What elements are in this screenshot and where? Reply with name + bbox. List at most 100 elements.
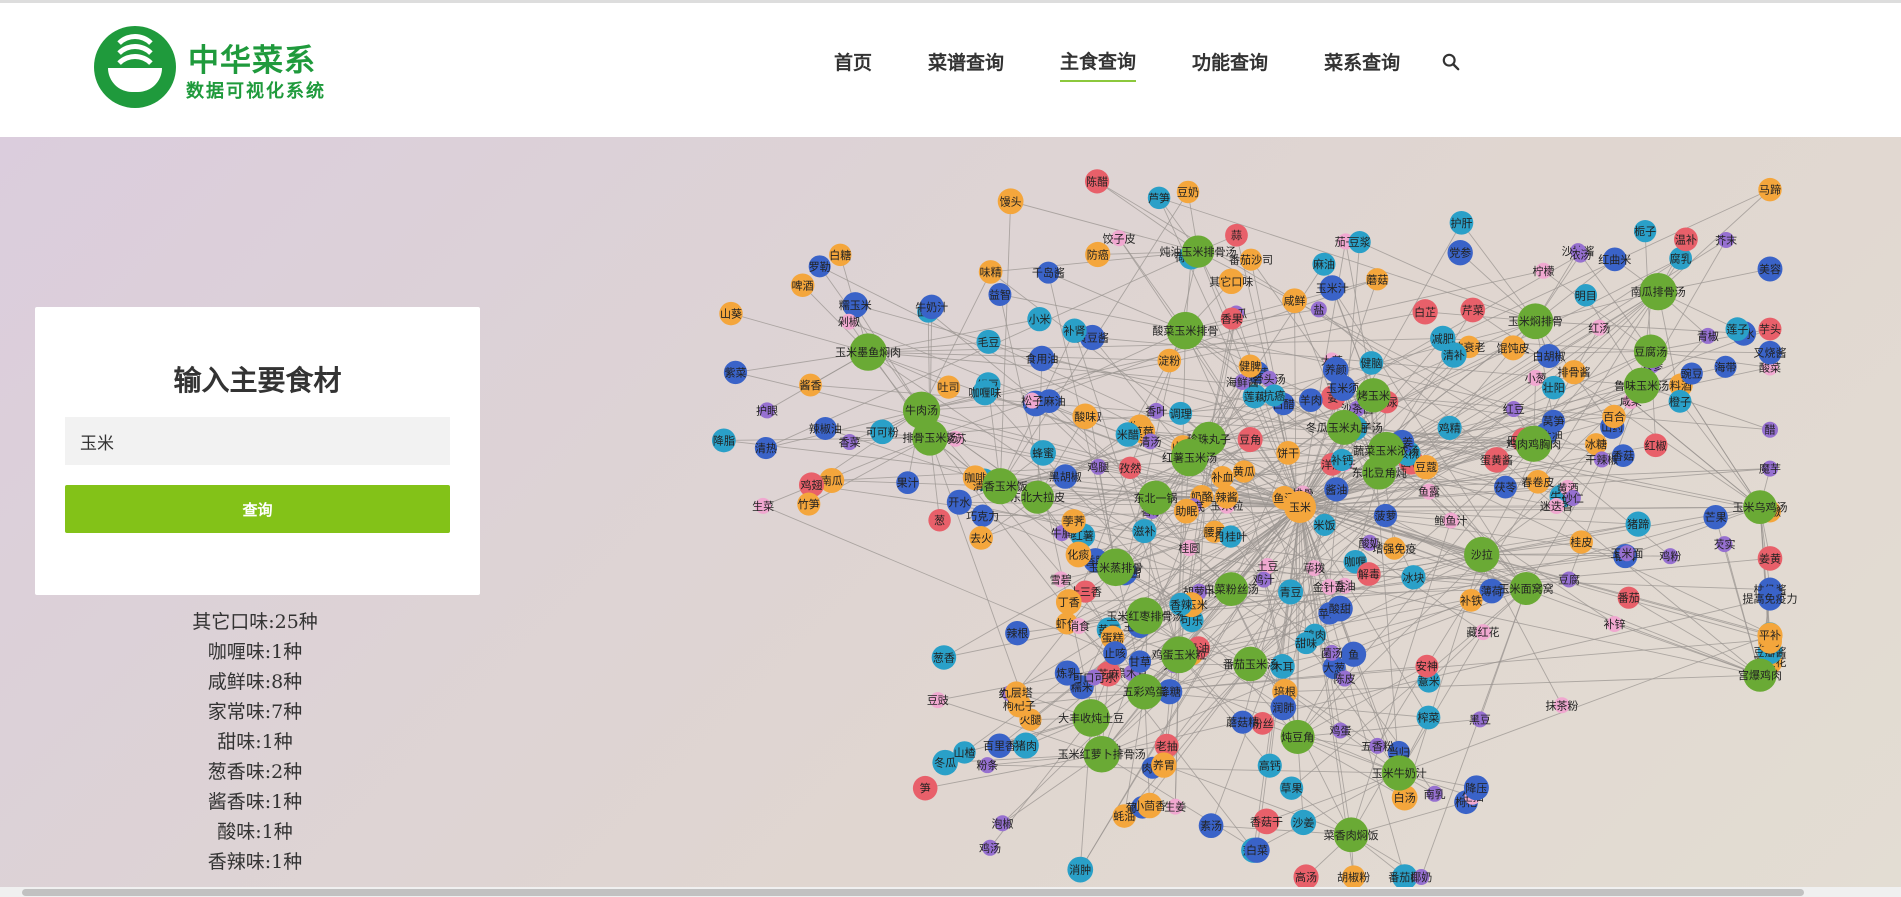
- graph-ingredient-node[interactable]: 魔芋: [1759, 460, 1781, 477]
- graph-ingredient-node[interactable]: 益智: [988, 283, 1012, 306]
- graph-ingredient-node[interactable]: 泡椒: [991, 815, 1013, 832]
- graph-ingredient-node[interactable]: 温补: [1673, 227, 1698, 252]
- graph-ingredient-node[interactable]: 芡实: [1713, 536, 1735, 553]
- graph-ingredient-node[interactable]: 茯苓: [1494, 475, 1517, 499]
- graph-ingredient-node[interactable]: 蘑菇: [1366, 268, 1389, 291]
- graph-ingredient-node[interactable]: 姜黄: [1757, 546, 1783, 571]
- graph-ingredient-node[interactable]: 蜂蜜: [1030, 440, 1056, 466]
- graph-ingredient-node[interactable]: 咸鲜: [1282, 288, 1307, 314]
- graph-ingredient-node[interactable]: 榨菜: [1416, 705, 1441, 730]
- graph-ingredient-node[interactable]: 藏红花: [1467, 624, 1500, 641]
- graph-ingredient-node[interactable]: 猪肉: [1012, 732, 1039, 759]
- nav-home[interactable]: 首页: [834, 48, 872, 81]
- graph-ingredient-node[interactable]: 饺子皮: [1103, 230, 1136, 247]
- graph-ingredient-node[interactable]: 安神: [1415, 654, 1439, 678]
- graph-ingredient-node[interactable]: 鲍鱼汁: [1434, 512, 1467, 529]
- graph-ingredient-node[interactable]: 香菜: [839, 434, 861, 451]
- graph-ingredient-node[interactable]: 消肿: [1067, 856, 1094, 883]
- graph-ingredient-node[interactable]: 消食: [1068, 618, 1090, 635]
- graph-ingredient-node[interactable]: 止咳: [1103, 641, 1128, 666]
- graph-ingredient-node[interactable]: 芥末: [1715, 231, 1737, 248]
- graph-ingredient-node[interactable]: 桂圆: [1178, 540, 1200, 557]
- graph-ingredient-node[interactable]: 豆奶: [1176, 180, 1200, 204]
- graph-ingredient-node[interactable]: 米醋: [1115, 422, 1141, 447]
- graph-dish-node[interactable]: 玉米乌鸡汤: [1733, 490, 1788, 524]
- graph-ingredient-node[interactable]: 馄饨皮: [1497, 335, 1530, 361]
- graph-ingredient-node[interactable]: 红豆: [1503, 401, 1525, 418]
- graph-ingredient-node[interactable]: 豌豆: [1680, 362, 1703, 385]
- site-logo[interactable]: 中华菜系 数据可视化系统: [90, 23, 350, 113]
- graph-dish-node[interactable]: 牛肉汤: [902, 391, 941, 429]
- graph-ingredient-node[interactable]: 芋头: [1758, 317, 1782, 341]
- graph-ingredient-node[interactable]: 馒头: [997, 188, 1024, 215]
- query-button[interactable]: 查询: [65, 485, 450, 533]
- ingredient-input[interactable]: [65, 417, 450, 465]
- graph-dish-node[interactable]: 沙拉: [1464, 536, 1500, 573]
- graph-ingredient-node[interactable]: 其它口味: [1209, 268, 1253, 295]
- graph-ingredient-node[interactable]: 酱香: [799, 373, 822, 397]
- graph-ingredient-node[interactable]: 黑豆: [1469, 711, 1491, 728]
- graph-ingredient-node[interactable]: 罗勒: [808, 255, 831, 278]
- nav-cuisine-search[interactable]: 菜系查询: [1324, 48, 1400, 81]
- graph-ingredient-node[interactable]: 降压: [1463, 775, 1489, 801]
- graph-ingredient-node[interactable]: 草果: [1279, 776, 1304, 800]
- graph-ingredient-node[interactable]: 食用油: [1025, 345, 1058, 372]
- graph-ingredient-node[interactable]: 芒果: [1703, 504, 1728, 530]
- graph-ingredient-node[interactable]: 白菜: [1244, 837, 1270, 863]
- graph-ingredient-node[interactable]: 橙子: [1668, 389, 1692, 413]
- graph-ingredient-node[interactable]: 酸甜: [1326, 595, 1353, 622]
- graph-ingredient-node[interactable]: 莴笋: [1541, 409, 1565, 433]
- graph-ingredient-node[interactable]: 紫菜: [723, 360, 748, 385]
- graph-ingredient-node[interactable]: 鸡腿: [1087, 458, 1109, 475]
- graph-dish-node[interactable]: 大丰收炖土豆: [1058, 699, 1124, 737]
- graph-ingredient-node[interactable]: 护眼: [756, 402, 778, 419]
- graph-ingredient-node[interactable]: 解毒: [1356, 562, 1381, 586]
- graph-dish-node[interactable]: 豆腐汤: [1633, 334, 1668, 369]
- nav-function-search[interactable]: 功能查询: [1192, 48, 1268, 81]
- graph-ingredient-node[interactable]: 麻油: [1312, 252, 1336, 276]
- graph-ingredient-node[interactable]: 护肝: [1449, 210, 1474, 235]
- graph-ingredient-node[interactable]: 生菜: [752, 497, 774, 514]
- graph-ingredient-node[interactable]: 平补: [1757, 622, 1783, 648]
- graph-ingredient-node[interactable]: 土豆: [1256, 558, 1278, 575]
- graph-ingredient-node[interactable]: 香果: [1220, 307, 1243, 330]
- graph-ingredient-node[interactable]: 淀粉: [1157, 348, 1182, 373]
- graph-ingredient-node[interactable]: 清汤: [1139, 433, 1161, 450]
- graph-ingredient-node[interactable]: 浓汤: [1569, 246, 1591, 263]
- graph-ingredient-node[interactable]: 豆腐: [1558, 571, 1580, 588]
- graph-ingredient-node[interactable]: 粉条: [976, 757, 998, 774]
- search-icon[interactable]: [1442, 53, 1460, 71]
- graph-ingredient-node[interactable]: 丁香: [1055, 589, 1082, 615]
- graph-ingredient-node[interactable]: 辣酱: [1214, 485, 1239, 509]
- graph-ingredient-node[interactable]: 小米: [1027, 306, 1052, 332]
- graph-ingredient-node[interactable]: 养胃: [1151, 752, 1177, 778]
- graph-ingredient-node[interactable]: 补血: [1211, 466, 1234, 489]
- graph-ingredient-node[interactable]: 黄瓜: [1232, 460, 1256, 483]
- graph-ingredient-node[interactable]: 柠檬: [1533, 262, 1555, 279]
- graph-ingredient-node[interactable]: 味精: [978, 260, 1003, 284]
- graph-ingredient-node[interactable]: 山葵: [719, 301, 743, 326]
- graph-ingredient-node[interactable]: 鱼露: [1418, 483, 1440, 500]
- graph-ingredient-node[interactable]: 豆角: [1237, 427, 1263, 453]
- graph-ingredient-node[interactable]: 荜拨: [1303, 560, 1325, 577]
- graph-ingredient-node[interactable]: 羊肉: [1299, 388, 1323, 412]
- graph-ingredient-node[interactable]: 壮阳: [1541, 375, 1566, 400]
- graph-dish-node[interactable]: 玉米焖排骨: [1508, 303, 1563, 340]
- graph-ingredient-node[interactable]: 生姜: [1164, 798, 1186, 815]
- graph-ingredient-node[interactable]: 抗癌: [1263, 384, 1286, 407]
- graph-ingredient-node[interactable]: 鸡粉: [1659, 548, 1681, 565]
- graph-ingredient-node[interactable]: 米饭: [1313, 513, 1336, 536]
- graph-ingredient-node[interactable]: 金针菇: [1313, 578, 1346, 595]
- graph-dish-node[interactable]: 菜香肉焖饭: [1324, 817, 1379, 853]
- graph-ingredient-node[interactable]: 甜味: [1295, 632, 1318, 655]
- graph-ingredient-node[interactable]: 五香粉: [1361, 737, 1394, 754]
- graph-dish-node[interactable]: 烤玉米: [1356, 378, 1391, 413]
- graph-ingredient-node[interactable]: 白糖: [829, 243, 852, 267]
- graph-ingredient-node[interactable]: 沙姜: [1290, 809, 1317, 836]
- graph-ingredient-node[interactable]: 香叶: [1145, 402, 1167, 419]
- graph-center-node[interactable]: 玉米: [1284, 491, 1316, 523]
- graph-ingredient-node[interactable]: 补肾: [1062, 318, 1087, 343]
- graph-ingredient-node[interactable]: 竹笋: [797, 492, 821, 516]
- graph-ingredient-node[interactable]: 提高免疫力: [1743, 586, 1798, 611]
- graph-ingredient-node[interactable]: 素汤: [1198, 813, 1224, 839]
